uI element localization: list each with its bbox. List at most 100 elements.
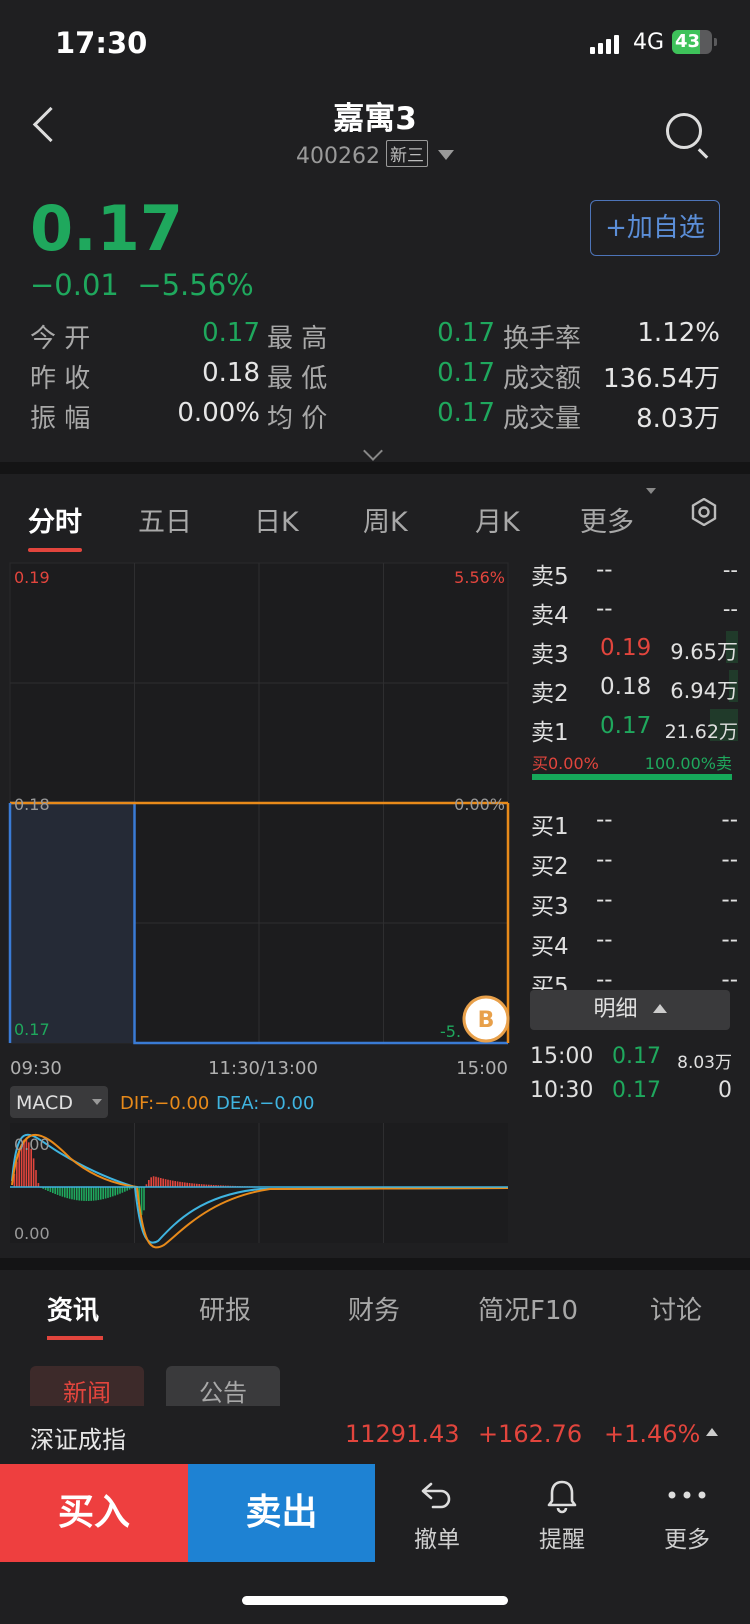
cancel-order-button[interactable]: 撤单 [377, 1464, 497, 1562]
alert-button[interactable]: 提醒 [502, 1464, 622, 1562]
sell-ratio: 100.00%卖 [644, 754, 732, 773]
tab-4[interactable]: 月K [475, 500, 520, 539]
buy-price: -- [596, 887, 613, 913]
y-label-bottom: 0.17 [14, 1020, 50, 1039]
sell-volume: 6.94万 [670, 679, 738, 703]
network-type: 4G [633, 30, 665, 55]
chart-tabs: 分时 五日 日K 周K 月K 更多 [0, 474, 750, 552]
divider [0, 1258, 750, 1270]
sell-level[interactable]: 卖1 0.17 21.62万 [516, 709, 738, 746]
news-tab-1[interactable]: 研报 [199, 1290, 251, 1327]
macd-label: MACD [16, 1092, 73, 1114]
news-tab-4[interactable]: 讨论 [650, 1290, 702, 1327]
trade-price: 0.17 [612, 1044, 661, 1069]
buy-level[interactable]: 买1 -- -- [516, 803, 738, 840]
news-tab-3[interactable]: 简况F10 [478, 1290, 578, 1327]
alert-label: 提醒 [539, 1527, 585, 1553]
change-percent: −5.56% [137, 268, 254, 302]
sell-price: -- [596, 557, 613, 583]
buy-volume: -- [721, 807, 738, 833]
tab-0[interactable]: 分时 [28, 500, 82, 539]
news-tab-underline [47, 1336, 103, 1340]
battery-tip [714, 38, 717, 46]
tab-3[interactable]: 周K [363, 500, 408, 539]
tab-5[interactable]: 更多 [580, 500, 634, 539]
more-dots-icon [668, 1491, 706, 1499]
intraday-chart[interactable]: 0.19 0.18 0.17 5.56% 0.00% -5. B 09:30 11:30/13:… [0, 553, 516, 1253]
buy-price: -- [596, 927, 613, 953]
battery-icon: 43 [672, 30, 712, 54]
price-change: −0.01 −5.56% [30, 268, 254, 302]
sell-volume: -- [722, 597, 738, 621]
y-label-mid: 0.18 [14, 795, 50, 814]
chevron-up-icon [706, 1428, 718, 1436]
trade-volume: 0 [718, 1078, 732, 1103]
sell-label: 卖4 [531, 603, 569, 629]
stat-label: 换手率 [503, 324, 582, 354]
stock-code-row[interactable]: 400262 新三 [0, 140, 750, 169]
stock-code: 400262 [296, 144, 380, 169]
y-label-top: 0.19 [14, 568, 50, 587]
x-label: 09:30 [10, 1058, 62, 1079]
macd-dea: DEA:−0.00 [216, 1093, 314, 1114]
news-tab-0[interactable]: 资讯 [47, 1290, 99, 1327]
ratio-bar [532, 774, 732, 780]
order-ratio: 买0.00% 100.00%卖 [532, 750, 732, 774]
sell-level[interactable]: 卖3 0.19 9.65万 [516, 631, 738, 668]
status-bar: 17:30 4G 43 [0, 0, 750, 90]
stat-label: 最 高 [267, 324, 328, 354]
stat-label: 今 开 [30, 324, 91, 354]
stat-label: 振 幅 [30, 404, 91, 434]
sell-price: 0.19 [600, 635, 652, 661]
buy-level[interactable]: 买3 -- -- [516, 883, 738, 920]
sell-level[interactable]: 卖5 -- -- [516, 553, 738, 590]
index-value: 11291.43 [345, 1420, 460, 1448]
pill-announcement[interactable]: 公告 [166, 1366, 280, 1406]
buy-level[interactable]: 买2 -- -- [516, 843, 738, 880]
news-tabs: 资讯 研报 财务 简况F10 讨论 [0, 1270, 750, 1370]
stat-value: 1.12% [637, 318, 720, 348]
buy-ratio: 买0.00% [532, 754, 599, 773]
trade-row: 15:00 0.17 8.03万 [530, 1044, 732, 1076]
buy-volume: -- [721, 847, 738, 873]
chevron-up-icon [652, 1004, 667, 1013]
buy-level[interactable]: 买4 -- -- [516, 923, 738, 960]
news-tab-2[interactable]: 财务 [348, 1290, 400, 1327]
search-icon[interactable] [666, 113, 702, 149]
detail-button[interactable]: 明细 [530, 990, 730, 1030]
stat-label: 成交额 [503, 364, 582, 394]
expand-icon[interactable] [363, 441, 383, 461]
more-button[interactable]: 更多 [627, 1464, 747, 1562]
settings-icon[interactable] [690, 498, 718, 526]
bell-icon [547, 1480, 577, 1514]
sell-label: 卖5 [531, 564, 569, 590]
pill-news[interactable]: 新闻 [30, 1366, 144, 1406]
pct-label-mid: 0.00% [454, 795, 505, 814]
sell-level[interactable]: 卖4 -- -- [516, 592, 738, 629]
buy-button[interactable]: 买入 [0, 1464, 188, 1562]
index-percent: +1.46% [604, 1420, 701, 1448]
index-ticker[interactable]: 深证成指 11291.43 +162.76 +1.46% [0, 1406, 750, 1464]
stat-value: 0.17 [202, 318, 260, 348]
divider [0, 462, 750, 474]
tab-2[interactable]: 日K [254, 500, 299, 539]
stat-label: 均 价 [267, 404, 328, 434]
sell-level[interactable]: 卖2 0.18 6.94万 [516, 670, 738, 707]
sell-button[interactable]: 卖出 [188, 1464, 375, 1562]
sell-price: 0.18 [600, 674, 652, 700]
sell-price: 0.17 [600, 713, 652, 739]
cancel-label: 撤单 [414, 1527, 460, 1553]
buy-volume: -- [721, 927, 738, 953]
trade-volume: 8.03万 [677, 1053, 732, 1073]
undo-icon [421, 1482, 451, 1509]
tab-1[interactable]: 五日 [138, 500, 192, 539]
sell-volume: 9.65万 [670, 640, 738, 664]
add-watchlist-button[interactable]: +加自选 [590, 200, 720, 256]
index-change: +162.76 [478, 1420, 583, 1448]
home-indicator [242, 1596, 508, 1605]
sell-label: 卖1 [531, 720, 569, 746]
buy-volume: -- [721, 887, 738, 913]
stock-title: 嘉寓3 [333, 101, 417, 137]
stat-value: 136.54万 [603, 364, 720, 394]
stat-value: 0.17 [437, 358, 495, 388]
